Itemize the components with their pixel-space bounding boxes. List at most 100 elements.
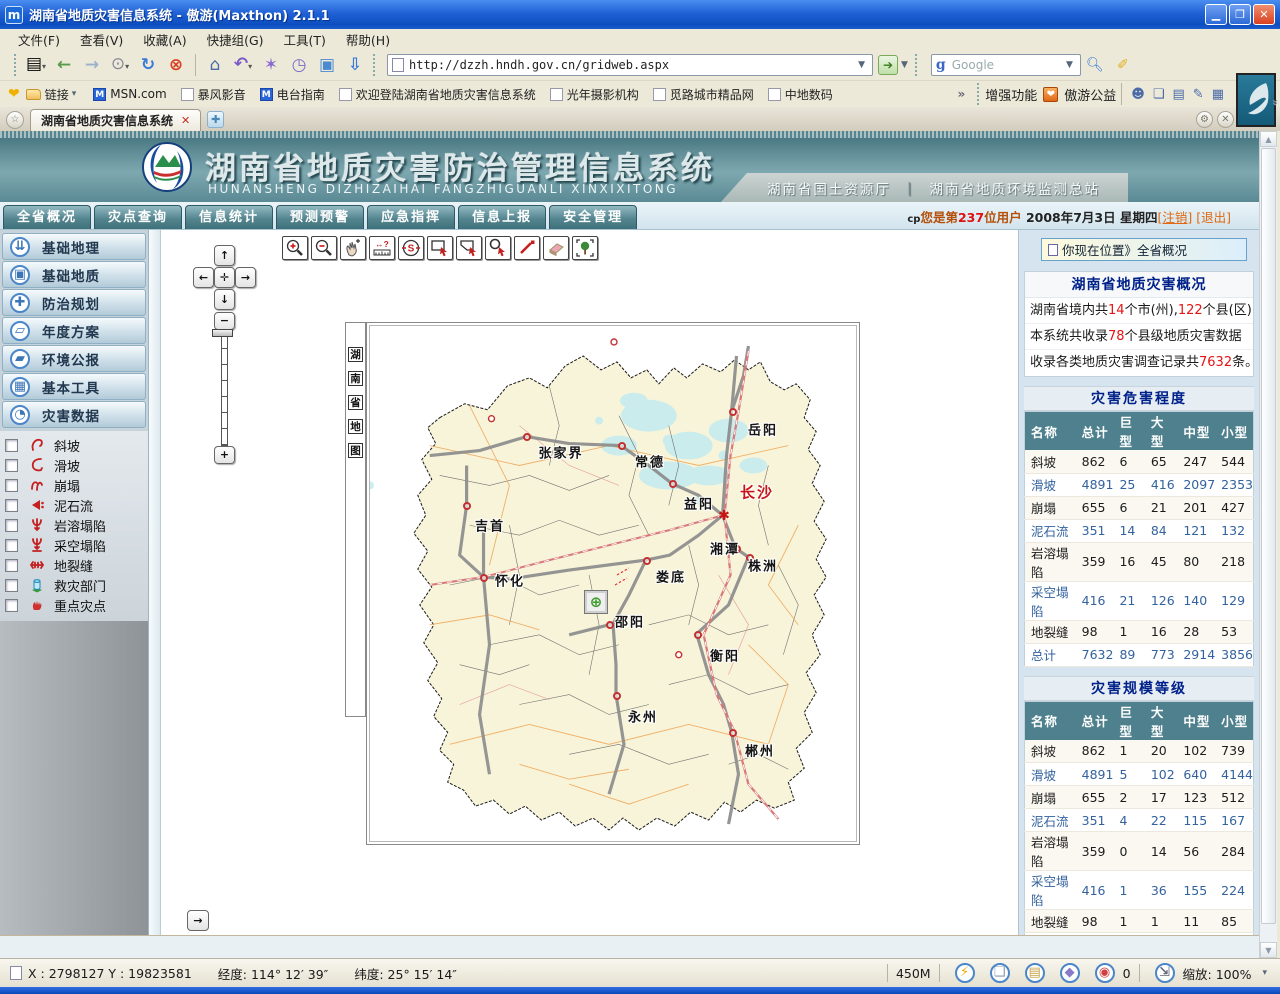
sidebar-section-geology[interactable]: ▣基础地质 bbox=[2, 261, 146, 288]
layer-checkbox[interactable] bbox=[5, 439, 18, 452]
layer-checkbox[interactable] bbox=[5, 579, 18, 592]
window-tool-icon[interactable]: ❏ bbox=[1153, 87, 1165, 102]
full-extent-button[interactable] bbox=[572, 236, 598, 260]
refresh-button[interactable]: ↻ bbox=[134, 52, 162, 78]
links-bar-item[interactable]: 中地数码 bbox=[768, 86, 833, 103]
search-button[interactable]: 🔍︎ bbox=[1081, 52, 1109, 78]
eraser-button[interactable] bbox=[543, 236, 569, 260]
highlight-button[interactable]: ✐ bbox=[1109, 52, 1137, 78]
nav-tab-2[interactable]: 信息统计 bbox=[185, 205, 273, 229]
sidebar-splitter[interactable] bbox=[148, 230, 161, 935]
plugin-wrench-button[interactable]: ⚙ bbox=[1196, 111, 1213, 128]
sidebar-section-bulletin[interactable]: ▰环境公报 bbox=[2, 345, 146, 372]
links-bar-item[interactable]: MMSN.com bbox=[93, 87, 166, 101]
zoom-out-button[interactable] bbox=[311, 236, 337, 260]
address-bar[interactable]: ▼ bbox=[387, 54, 873, 76]
search-dropdown-arrow[interactable]: ▼ bbox=[1063, 60, 1076, 70]
history-dropdown-button[interactable]: ⊙▾ bbox=[106, 51, 134, 80]
go-dropdown-arrow[interactable]: ▼ bbox=[898, 60, 911, 70]
nav-tab-1[interactable]: 灾点查询 bbox=[94, 205, 182, 229]
active-tab[interactable]: 湖南省地质灾害信息系统 ✕ bbox=[30, 109, 201, 131]
nav-tab-5[interactable]: 信息上报 bbox=[458, 205, 546, 229]
favorites-star-button[interactable]: ☆ bbox=[6, 111, 24, 129]
menu-item[interactable]: 收藏(A) bbox=[133, 28, 196, 51]
links-bar-item[interactable]: 暴风影音 bbox=[181, 86, 246, 103]
zoom-level[interactable]: 缩放: 100% bbox=[1183, 964, 1252, 983]
layer-checkbox[interactable] bbox=[5, 519, 18, 532]
menu-item[interactable]: 帮助(H) bbox=[336, 28, 400, 51]
scroll-up-button[interactable]: ▲ bbox=[1260, 131, 1277, 147]
pan-left-button[interactable]: ← bbox=[193, 267, 214, 288]
go-button[interactable]: ➔ bbox=[878, 55, 898, 75]
pan-up-button[interactable]: ↑ bbox=[214, 245, 235, 266]
layer-checkbox[interactable] bbox=[5, 479, 18, 492]
links-bar-item[interactable]: 光年摄影机构 bbox=[550, 86, 639, 103]
layer-checkbox[interactable] bbox=[5, 459, 18, 472]
close-button[interactable]: ✕ bbox=[1253, 4, 1275, 25]
address-input[interactable] bbox=[409, 58, 855, 72]
window-mode-icon[interactable]: ❏ bbox=[990, 963, 1010, 983]
home-button[interactable]: ⌂ bbox=[201, 52, 229, 78]
banner-link[interactable]: 湖南省地质环境监测总站 bbox=[930, 178, 1101, 198]
plugin-close-button[interactable]: ✕ bbox=[1217, 111, 1234, 128]
logout-link[interactable]: [注销] bbox=[1157, 210, 1192, 225]
zoom-slider-thumb[interactable] bbox=[212, 329, 233, 337]
menu-item[interactable]: 工具(T) bbox=[274, 28, 336, 51]
links-bar-item[interactable]: 觅路城市精品网 bbox=[653, 86, 754, 103]
collapse-chevrons-icon[interactable]: » bbox=[1269, 99, 1280, 106]
links-bar-item[interactable]: M电台指南 bbox=[260, 86, 325, 103]
search-box[interactable]: g Google ▼ bbox=[931, 54, 1081, 76]
select-rect-button[interactable] bbox=[427, 236, 453, 260]
nav-tab-3[interactable]: 预测预警 bbox=[276, 205, 364, 229]
sidebar-section-geo[interactable]: ⇊基础地理 bbox=[2, 233, 146, 260]
links-bar-item[interactable]: 欢迎登陆湖南省地质灾害信息系统 bbox=[339, 86, 536, 103]
popup-blocker-icon[interactable]: ◉ bbox=[1095, 963, 1115, 983]
layer-checkbox[interactable] bbox=[5, 599, 18, 612]
banner-link[interactable]: 湖南省国土资源厅 bbox=[767, 178, 891, 198]
pan-button[interactable] bbox=[340, 236, 366, 260]
layer-checkbox[interactable] bbox=[5, 539, 18, 552]
scroll-thumb[interactable] bbox=[1261, 148, 1276, 924]
notepad-icon[interactable]: ▤ bbox=[1173, 87, 1185, 102]
select-polygon-button[interactable] bbox=[456, 236, 482, 260]
layer-checkbox[interactable] bbox=[5, 499, 18, 512]
tab-close-icon[interactable]: ✕ bbox=[181, 114, 190, 127]
scroll-down-button[interactable]: ▼ bbox=[1260, 942, 1277, 958]
zoom-out-step-button[interactable]: − bbox=[214, 312, 235, 330]
pan-down-button[interactable]: ↓ bbox=[214, 289, 235, 310]
pen-tools-icon[interactable]: ✎ bbox=[1193, 87, 1204, 102]
enhance-button[interactable]: 增强功能 bbox=[985, 85, 1037, 104]
page-scrollbar[interactable]: ▲ ▼ bbox=[1259, 131, 1277, 958]
forward-button[interactable]: → bbox=[78, 52, 106, 78]
zoom-in-step-button[interactable]: + bbox=[214, 446, 235, 464]
layer-checkbox[interactable] bbox=[5, 559, 18, 572]
history-clock-button[interactable]: ◷ bbox=[285, 52, 313, 78]
draw-redline-button[interactable] bbox=[514, 236, 540, 260]
measure-area-button[interactable]: S bbox=[398, 236, 424, 260]
menu-item[interactable]: 文件(F) bbox=[8, 28, 70, 51]
skin-icon[interactable]: ▦ bbox=[1212, 87, 1224, 102]
sidebar-section-annual[interactable]: ▱年度方案 bbox=[2, 317, 146, 344]
links-folder[interactable]: 链接 ▾ bbox=[26, 86, 80, 103]
nav-tab-0[interactable]: 全省概况 bbox=[3, 205, 91, 229]
menu-item[interactable]: 快捷组(G) bbox=[197, 28, 274, 51]
stop-button[interactable]: ⊗ bbox=[162, 52, 190, 78]
back-button[interactable]: ← bbox=[50, 52, 78, 78]
measure-distance-button[interactable]: ↔? bbox=[369, 236, 395, 260]
menu-item[interactable]: 查看(V) bbox=[70, 28, 133, 51]
select-circle-button[interactable] bbox=[485, 236, 511, 260]
overflow-chevron[interactable]: » bbox=[957, 87, 965, 101]
clean-icon[interactable]: ◆ bbox=[1060, 963, 1080, 983]
map-canvas[interactable]: 张家界常德岳阳益阳✱长沙吉首湘潭株洲怀化娄底邵阳衡阳永州郴州 ⊕ bbox=[369, 325, 857, 842]
resize-icon[interactable]: ⇲ bbox=[1155, 963, 1175, 983]
pan-right-button[interactable]: → bbox=[235, 267, 256, 288]
download-button[interactable]: ⇩ bbox=[341, 52, 369, 78]
magic-fill-button[interactable]: ✶ bbox=[257, 52, 285, 78]
undo-button[interactable]: ↶▾ bbox=[229, 51, 257, 80]
new-tab-button[interactable]: ✚ bbox=[207, 111, 224, 128]
boost-icon[interactable]: ⚡︎ bbox=[955, 963, 975, 983]
pan-center-button[interactable]: ✛ bbox=[214, 267, 235, 288]
nav-tab-6[interactable]: 安全管理 bbox=[549, 205, 637, 229]
nav-tab-4[interactable]: 应急指挥 bbox=[367, 205, 455, 229]
minimize-button[interactable]: ▁ bbox=[1205, 4, 1227, 25]
